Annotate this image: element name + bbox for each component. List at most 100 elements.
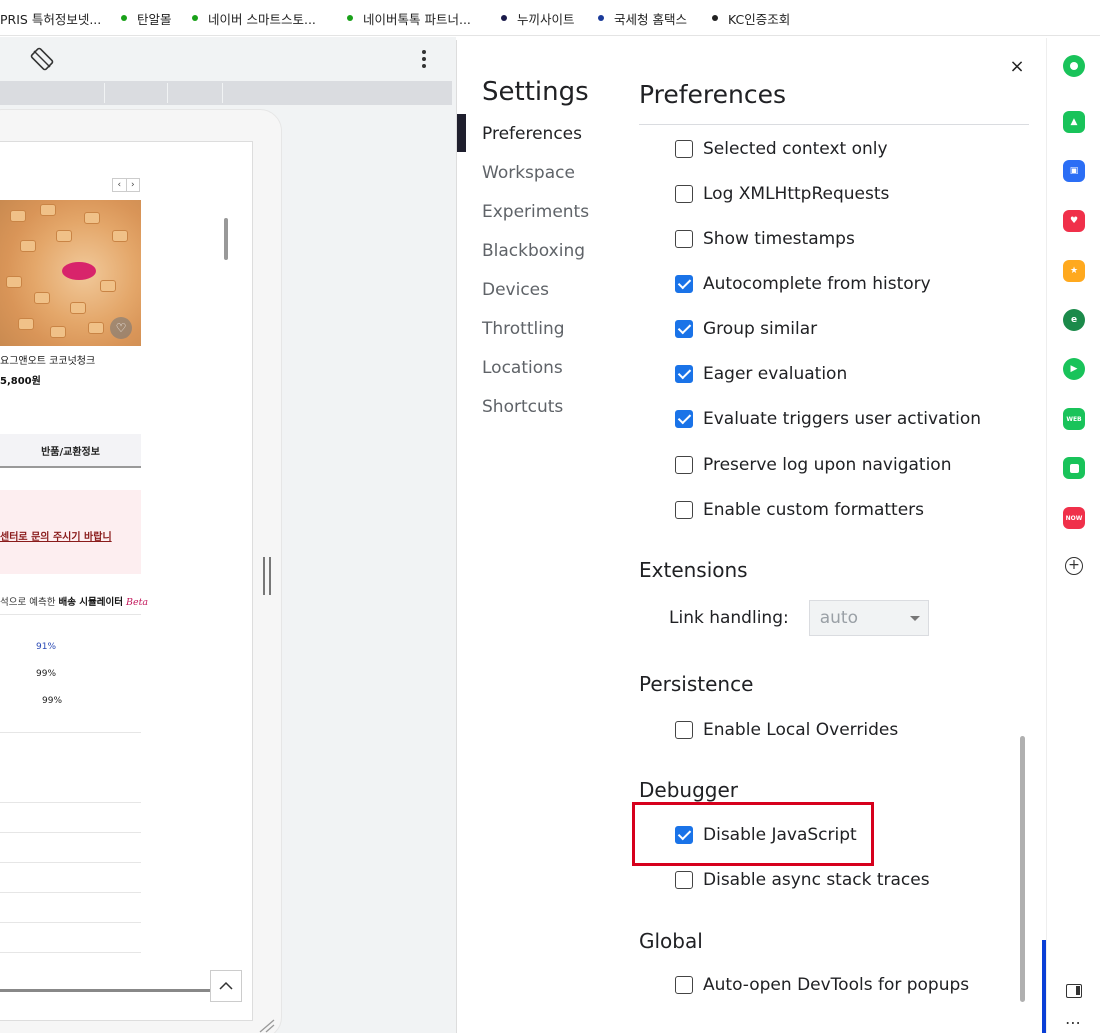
pocket-icon[interactable]: ♥ xyxy=(1063,210,1085,232)
bookmark-label: PRIS 특허정보넷... xyxy=(0,11,102,27)
product-logo-label xyxy=(62,262,96,280)
checkbox[interactable] xyxy=(675,185,693,203)
divider xyxy=(639,124,1029,125)
bookmark-kc[interactable]: KC인증조회 xyxy=(712,8,790,28)
option-enable-custom-formatters[interactable]: Enable custom formatters xyxy=(675,498,924,522)
media-query-ruler[interactable] xyxy=(0,81,452,105)
bookmark-label: 국세청 홈택스 xyxy=(614,11,687,27)
devtools-settings-panel: Settings × Preferences Workspace Experim… xyxy=(456,40,1046,1033)
nav-preferences[interactable]: Preferences xyxy=(482,122,582,146)
more-icon[interactable]: ⋯ xyxy=(1065,1013,1082,1032)
nav-shortcuts[interactable]: Shortcuts xyxy=(482,395,563,419)
bookmarks-bar: PRIS 특허정보넷... 탄알몰 네이버 스마트스토... 네이버톡톡 파트너… xyxy=(0,0,1100,36)
checkbox[interactable] xyxy=(675,721,693,739)
checkbox[interactable] xyxy=(675,140,693,158)
nav-locations[interactable]: Locations xyxy=(482,356,563,380)
link-handling-label: Link handling: xyxy=(669,608,789,628)
rotate-icon[interactable] xyxy=(30,47,54,71)
chevron-up-icon xyxy=(219,981,233,990)
bookmark-label: 네이버톡톡 파트너... xyxy=(363,11,471,27)
bookmark-nukki[interactable]: 누끼사이트 xyxy=(501,8,575,28)
pager-next-button[interactable]: › xyxy=(125,179,140,191)
star-icon[interactable]: ★ xyxy=(1063,260,1085,282)
bookmark-pris[interactable]: PRIS 특허정보넷... xyxy=(0,8,101,28)
option-disable-async-stack-traces[interactable]: Disable async stack traces xyxy=(675,868,930,892)
checkbox-checked[interactable] xyxy=(675,320,693,338)
option-preserve-log[interactable]: Preserve log upon navigation xyxy=(675,453,951,477)
bookmark-naver-talktalk[interactable]: 네이버톡톡 파트너... xyxy=(347,8,471,28)
bookmark-dot-icon xyxy=(598,15,604,21)
checkbox-checked[interactable] xyxy=(675,410,693,428)
section-debugger: Debugger xyxy=(639,778,738,802)
scroll-top-button[interactable] xyxy=(210,970,242,1002)
pager-prev-button[interactable]: ‹ xyxy=(113,179,126,191)
highlight-annotation xyxy=(632,802,874,866)
bookmark-dot-icon xyxy=(121,15,127,21)
sidebar-toggle-icon[interactable] xyxy=(1066,984,1082,998)
option-auto-open-devtools[interactable]: Auto-open DevTools for popups xyxy=(675,973,969,997)
option-show-timestamps[interactable]: Show timestamps xyxy=(675,227,855,251)
option-evaluate-triggers-user-activation[interactable]: Evaluate triggers user activation xyxy=(675,407,981,431)
nav-blackboxing[interactable]: Blackboxing xyxy=(482,239,585,263)
bookmark-label: KC인증조회 xyxy=(728,11,791,27)
browser-sidebar: ▲ ▣ ♥ ★ e ▶ WEB NOW + ⋯ xyxy=(1046,38,1100,1033)
link-handling-row: Link handling: auto xyxy=(669,600,929,636)
bookmark-tanalmol[interactable]: 탄알몰 xyxy=(121,8,172,28)
add-icon[interactable]: + xyxy=(1065,557,1083,575)
checkbox[interactable] xyxy=(675,501,693,519)
checkbox-checked[interactable] xyxy=(675,275,693,293)
link-handling-select[interactable]: auto xyxy=(808,600,929,636)
shipping-percent: 99% xyxy=(42,696,63,706)
device-preview-area: ‹ › ♡ 요그앤오트 코코넛청크 5,800원 반품/교환정보 센터로 문의 … xyxy=(0,37,456,1033)
edge-icon[interactable]: e xyxy=(1063,309,1085,331)
nav-throttling[interactable]: Throttling xyxy=(482,317,565,341)
close-button[interactable]: × xyxy=(1007,57,1027,77)
active-nav-indicator xyxy=(457,114,466,152)
section-extensions: Extensions xyxy=(639,558,748,582)
nav-workspace[interactable]: Workspace xyxy=(482,161,575,185)
resize-handle[interactable] xyxy=(263,557,271,595)
option-autocomplete-from-history[interactable]: Autocomplete from history xyxy=(675,272,931,296)
now-icon[interactable]: NOW xyxy=(1063,507,1085,529)
play-icon[interactable]: ▶ xyxy=(1063,358,1085,380)
notice-text[interactable]: 센터로 문의 주시기 바랍니 xyxy=(0,528,112,543)
wishlist-heart-icon[interactable]: ♡ xyxy=(110,317,132,339)
option-group-similar[interactable]: Group similar xyxy=(675,317,817,341)
product-price: 5,800원 xyxy=(0,376,41,387)
image-pager[interactable]: ‹ › xyxy=(112,178,140,192)
option-selected-context-only[interactable]: Selected context only xyxy=(675,137,888,161)
option-eager-evaluation[interactable]: Eager evaluation xyxy=(675,362,847,386)
bookmark-hometax[interactable]: 국세청 홈택스 xyxy=(598,8,687,28)
product-name[interactable]: 요그앤오트 코코넛청크 xyxy=(0,352,95,367)
nav-devices[interactable]: Devices xyxy=(482,278,549,302)
checkbox[interactable] xyxy=(675,456,693,474)
checkbox[interactable] xyxy=(675,230,693,248)
square-app-icon[interactable] xyxy=(1063,457,1085,479)
briefcase-icon[interactable]: ▣ xyxy=(1063,160,1085,182)
tab-return-exchange[interactable]: 반품/교환정보 xyxy=(0,434,141,468)
bookmark-label: 네이버 스마트스토... xyxy=(208,11,316,27)
checkbox-checked[interactable] xyxy=(675,365,693,383)
more-options-icon[interactable] xyxy=(412,47,436,71)
bookmark-dot-icon xyxy=(501,15,507,21)
option-enable-local-overrides[interactable]: Enable Local Overrides xyxy=(675,718,898,742)
settings-scrollbar[interactable] xyxy=(1020,736,1025,1002)
section-global: Global xyxy=(639,929,703,953)
bookmark-dot-icon xyxy=(712,15,718,21)
option-log-xmlhttprequests[interactable]: Log XMLHttpRequests xyxy=(675,182,889,206)
section-persistence: Persistence xyxy=(639,672,754,696)
checkbox[interactable] xyxy=(675,871,693,889)
nav-experiments[interactable]: Experiments xyxy=(482,200,589,224)
bookmark-naver-smartstore[interactable]: 네이버 스마트스토... xyxy=(192,8,316,28)
settings-title: Settings xyxy=(482,77,589,107)
horizontal-scrollbar[interactable] xyxy=(0,989,212,992)
carousel-scrollbar[interactable] xyxy=(224,218,228,260)
bell-icon[interactable]: ▲ xyxy=(1063,111,1085,133)
circle-app-icon[interactable] xyxy=(1063,55,1085,77)
checkbox[interactable] xyxy=(675,976,693,994)
page-viewport[interactable]: ‹ › ♡ 요그앤오트 코코넛청크 5,800원 반품/교환정보 센터로 문의 … xyxy=(0,141,253,1021)
product-image[interactable]: ♡ xyxy=(0,200,141,346)
notice-box: 센터로 문의 주시기 바랍니 xyxy=(0,490,141,574)
corner-resize-icon[interactable] xyxy=(258,1017,276,1033)
webtoon-icon[interactable]: WEB xyxy=(1063,408,1085,430)
